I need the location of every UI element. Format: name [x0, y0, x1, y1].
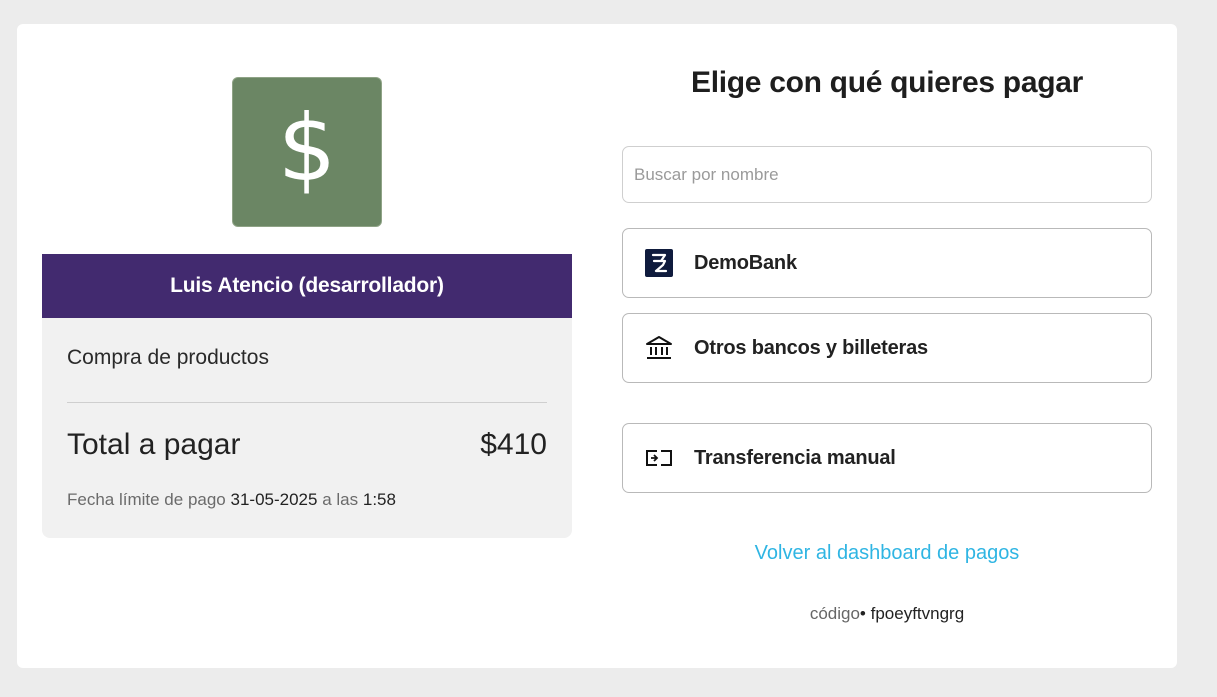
svg-text:$: $	[278, 102, 337, 202]
total-amount: $410	[480, 428, 547, 461]
order-summary: Compra de productos Total a pagar $410 F…	[42, 318, 572, 538]
code-value: fpoeyftvngrg	[870, 604, 965, 623]
back-to-dashboard-link[interactable]: Volver al dashboard de pagos	[622, 542, 1152, 565]
search-input[interactable]	[622, 146, 1152, 203]
checkout-card: $ Luis Atencio (desarrollador) Compra de…	[17, 24, 1177, 668]
payment-option-other-banks[interactable]: Otros bancos y billeteras	[622, 313, 1152, 383]
code-label: código	[809, 604, 860, 623]
transfer-icon	[644, 443, 674, 473]
due-prefix: Fecha límite de pago	[67, 490, 226, 509]
payment-option-manual-transfer[interactable]: Transferencia manual	[622, 423, 1152, 493]
bank-building-icon	[644, 333, 674, 363]
demobank-logo-icon	[644, 248, 674, 278]
due-date: 31-05-2025	[230, 490, 318, 509]
due-time: 1:58	[362, 490, 396, 509]
page-title: Elige con qué quieres pagar	[690, 66, 1083, 99]
payment-code: código• fpoeyftvngrg	[622, 604, 1152, 624]
total-label: Total a pagar	[67, 428, 241, 461]
option-label: Otros bancos y billeteras	[694, 336, 928, 359]
payment-option-demobank[interactable]: DemoBank	[622, 228, 1152, 298]
merchant-name: Luis Atencio (desarrollador)	[170, 274, 444, 297]
dollar-sign-icon: $	[278, 102, 337, 202]
option-label: DemoBank	[694, 251, 797, 274]
code-separator: •	[859, 604, 866, 623]
summary-divider	[67, 402, 547, 403]
option-label: Transferencia manual	[694, 446, 896, 469]
due-mid: a las	[322, 490, 359, 509]
merchant-name-bar: Luis Atencio (desarrollador)	[42, 254, 572, 318]
merchant-logo: $	[232, 77, 382, 227]
order-concept: Compra de productos	[67, 346, 269, 369]
due-date-line: Fecha límite de pago 31-05-2025 a las 1:…	[67, 490, 396, 510]
